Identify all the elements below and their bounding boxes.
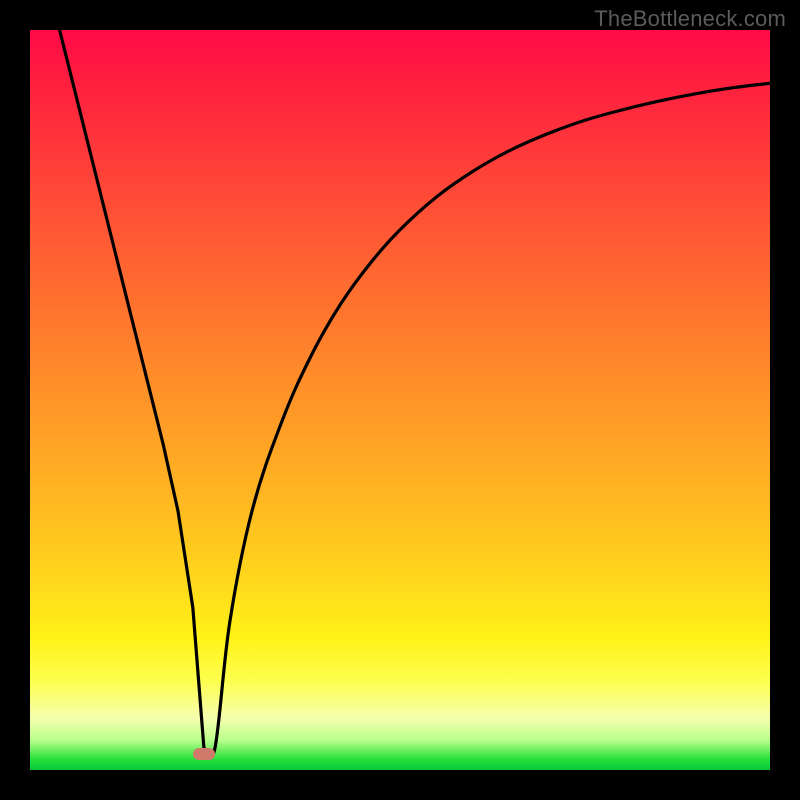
watermark-text: TheBottleneck.com [594, 6, 786, 32]
plot-area [30, 30, 770, 770]
chart-frame: TheBottleneck.com [0, 0, 800, 800]
bump-marker [193, 748, 215, 760]
curve-svg [30, 30, 770, 770]
bottleneck-curve [60, 30, 770, 758]
